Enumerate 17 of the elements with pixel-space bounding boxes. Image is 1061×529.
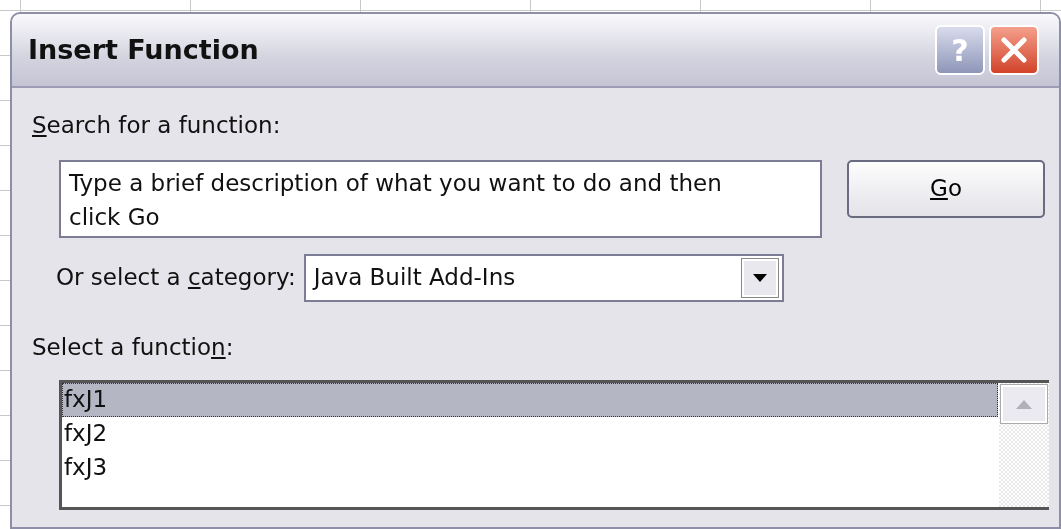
- category-label: Or select a category:: [56, 263, 296, 293]
- function-list-label: Select a function:: [32, 332, 235, 362]
- search-field[interactable]: Type a brief description of what you want to do and then click Go: [59, 159, 822, 238]
- scroll-up-button[interactable]: [1001, 385, 1047, 423]
- function-item[interactable]: fxJ2: [62, 417, 998, 451]
- dropdown-arrow-icon: [752, 273, 767, 282]
- search-label: Search for a function:: [32, 111, 282, 140]
- window-title: Insert Function: [28, 32, 259, 67]
- close-button[interactable]: [989, 25, 1039, 75]
- function-item[interactable]: fxJ1: [62, 383, 998, 417]
- close-icon: [999, 35, 1029, 65]
- up-arrow-icon: [1016, 399, 1032, 409]
- function-list[interactable]: fxJ1 fxJ2 fxJ3: [59, 380, 1049, 510]
- scrollbar[interactable]: [999, 383, 1049, 507]
- function-item[interactable]: fxJ3: [62, 451, 998, 485]
- category-dropdown[interactable]: Java Built Add-Ins: [303, 253, 784, 302]
- go-button[interactable]: Go: [847, 159, 1045, 218]
